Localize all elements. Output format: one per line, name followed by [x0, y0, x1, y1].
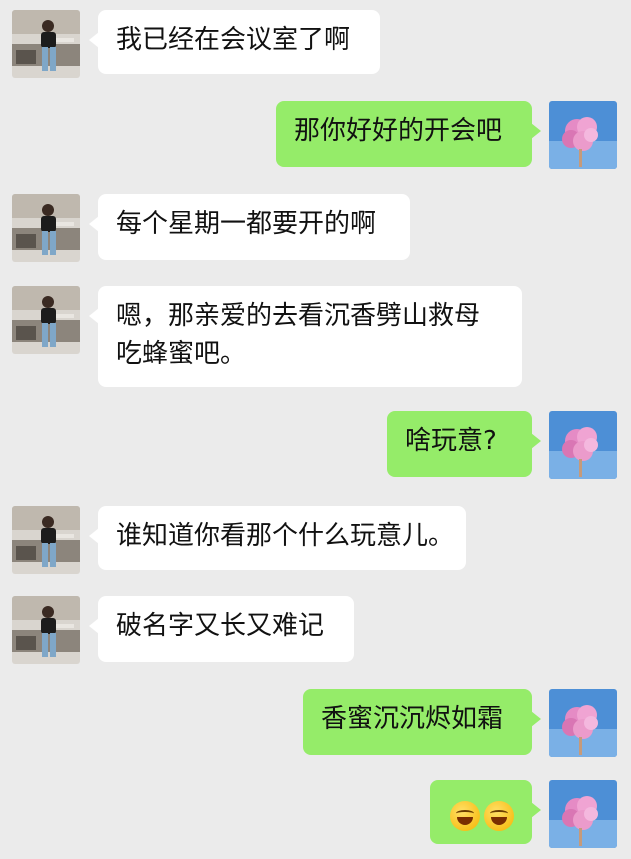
my-avatar[interactable]	[549, 101, 617, 169]
outgoing-message-bubble[interactable]: 香蜜沉沉烬如霜	[303, 689, 541, 755]
contact-avatar[interactable]	[12, 506, 80, 574]
contact-avatar-image	[12, 10, 80, 78]
outgoing-message-bubble[interactable]	[430, 780, 541, 844]
message-text: 啥玩意?	[405, 426, 497, 456]
laughing-crying-emoji-icon	[484, 800, 514, 831]
contact-avatar[interactable]	[12, 194, 80, 262]
message-text: 破名字又长又难记	[116, 611, 325, 641]
my-avatar[interactable]	[549, 689, 617, 757]
message-text: 香蜜沉沉烬如霜	[321, 704, 504, 734]
contact-avatar-image	[12, 286, 80, 354]
laughing-crying-emoji-icon	[450, 800, 480, 831]
incoming-message-bubble[interactable]: 每个星期一都要开的啊	[89, 194, 410, 260]
message-text-line: 吃蜂蜜吧。	[116, 339, 247, 369]
message-text: 每个星期一都要开的啊	[116, 209, 377, 239]
my-avatar-image	[549, 780, 617, 848]
incoming-message-bubble[interactable]: 破名字又长又难记	[89, 596, 354, 662]
message-text: 那你好好的开会吧	[294, 116, 503, 146]
contact-avatar[interactable]	[12, 10, 80, 78]
incoming-message-bubble[interactable]: 我已经在会议室了啊	[89, 10, 380, 74]
my-avatar[interactable]	[549, 411, 617, 479]
message-text-line: 嗯，那亲爱的去看沉香劈山救母	[116, 301, 481, 331]
my-avatar-image	[549, 101, 617, 169]
message-text: 我已经在会议室了啊	[116, 25, 351, 55]
incoming-message-bubble[interactable]: 谁知道你看那个什么玩意儿。	[89, 506, 466, 570]
message-text: 谁知道你看那个什么玩意儿。	[116, 521, 455, 551]
contact-avatar-image	[12, 506, 80, 574]
my-avatar[interactable]	[549, 780, 617, 848]
contact-avatar[interactable]	[12, 596, 80, 664]
outgoing-message-bubble[interactable]: 啥玩意?	[387, 411, 541, 477]
contact-avatar-image	[12, 194, 80, 262]
incoming-message-bubble[interactable]: 嗯，那亲爱的去看沉香劈山救母 吃蜂蜜吧。	[89, 286, 522, 387]
my-avatar-image	[549, 689, 617, 757]
outgoing-message-bubble[interactable]: 那你好好的开会吧	[276, 101, 541, 167]
contact-avatar[interactable]	[12, 286, 80, 354]
contact-avatar-image	[12, 596, 80, 664]
my-avatar-image	[549, 411, 617, 479]
